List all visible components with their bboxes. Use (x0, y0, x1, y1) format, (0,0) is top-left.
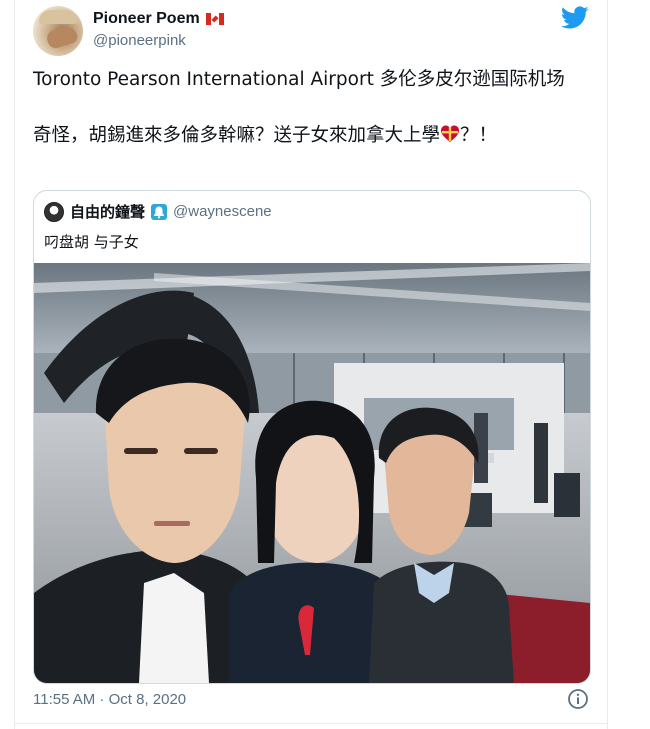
quoted-tweet-photo[interactable] (34, 263, 590, 683)
info-icon[interactable] (567, 688, 589, 710)
tweet-line-1: Toronto Pearson International Airport 多伦… (33, 69, 565, 90)
tweet-body: Toronto Pearson International Airport 多伦… (33, 66, 589, 150)
author-name-block: Pioneer Poem @pioneerpink (93, 10, 224, 49)
quoted-tweet[interactable]: 自由的鐘聲 @waynescene 叼盘胡 与子女 (33, 190, 591, 684)
card-divider (15, 723, 607, 724)
quoted-author-avatar[interactable] (44, 201, 64, 222)
avatar-hand-shape (44, 23, 80, 51)
author-display-name[interactable]: Pioneer Poem (93, 10, 200, 28)
quoted-author-name[interactable]: 自由的鐘聲 (70, 201, 145, 222)
tweet-line-2-suffix: ？！ (460, 125, 498, 146)
quoted-tweet-header: 自由的鐘聲 @waynescene (44, 201, 272, 222)
author-handle[interactable]: @pioneerpink (93, 32, 224, 49)
bell-icon (151, 203, 168, 220)
tweet-line-2: 奇怪，胡錫進來多倫多幹嘛？送子女來加拿大上學 ？！ (33, 122, 589, 150)
twitter-bird-icon[interactable] (561, 6, 589, 30)
canada-flag-icon (205, 13, 224, 25)
tweet-line-2-text: 奇怪，胡錫進來多倫多幹嘛？送子女來加拿大上學 (33, 125, 441, 146)
tweet-header: Pioneer Poem @pioneerpink (33, 4, 589, 60)
quoted-tweet-text: 叼盘胡 与子女 (44, 233, 139, 251)
author-avatar[interactable] (33, 6, 83, 56)
gift-heart-emoji (441, 125, 460, 142)
quoted-author-handle[interactable]: @waynescene (173, 203, 272, 220)
author-display-name-row[interactable]: Pioneer Poem (93, 10, 224, 28)
avatar-hat-shape (39, 10, 77, 24)
tweet-timestamp[interactable]: 11:55 AM · Oct 8, 2020 (33, 691, 186, 708)
tweet-card: Pioneer Poem @pioneerpink Toronto Pearso… (14, 0, 608, 729)
page: Pioneer Poem @pioneerpink Toronto Pearso… (0, 0, 650, 729)
